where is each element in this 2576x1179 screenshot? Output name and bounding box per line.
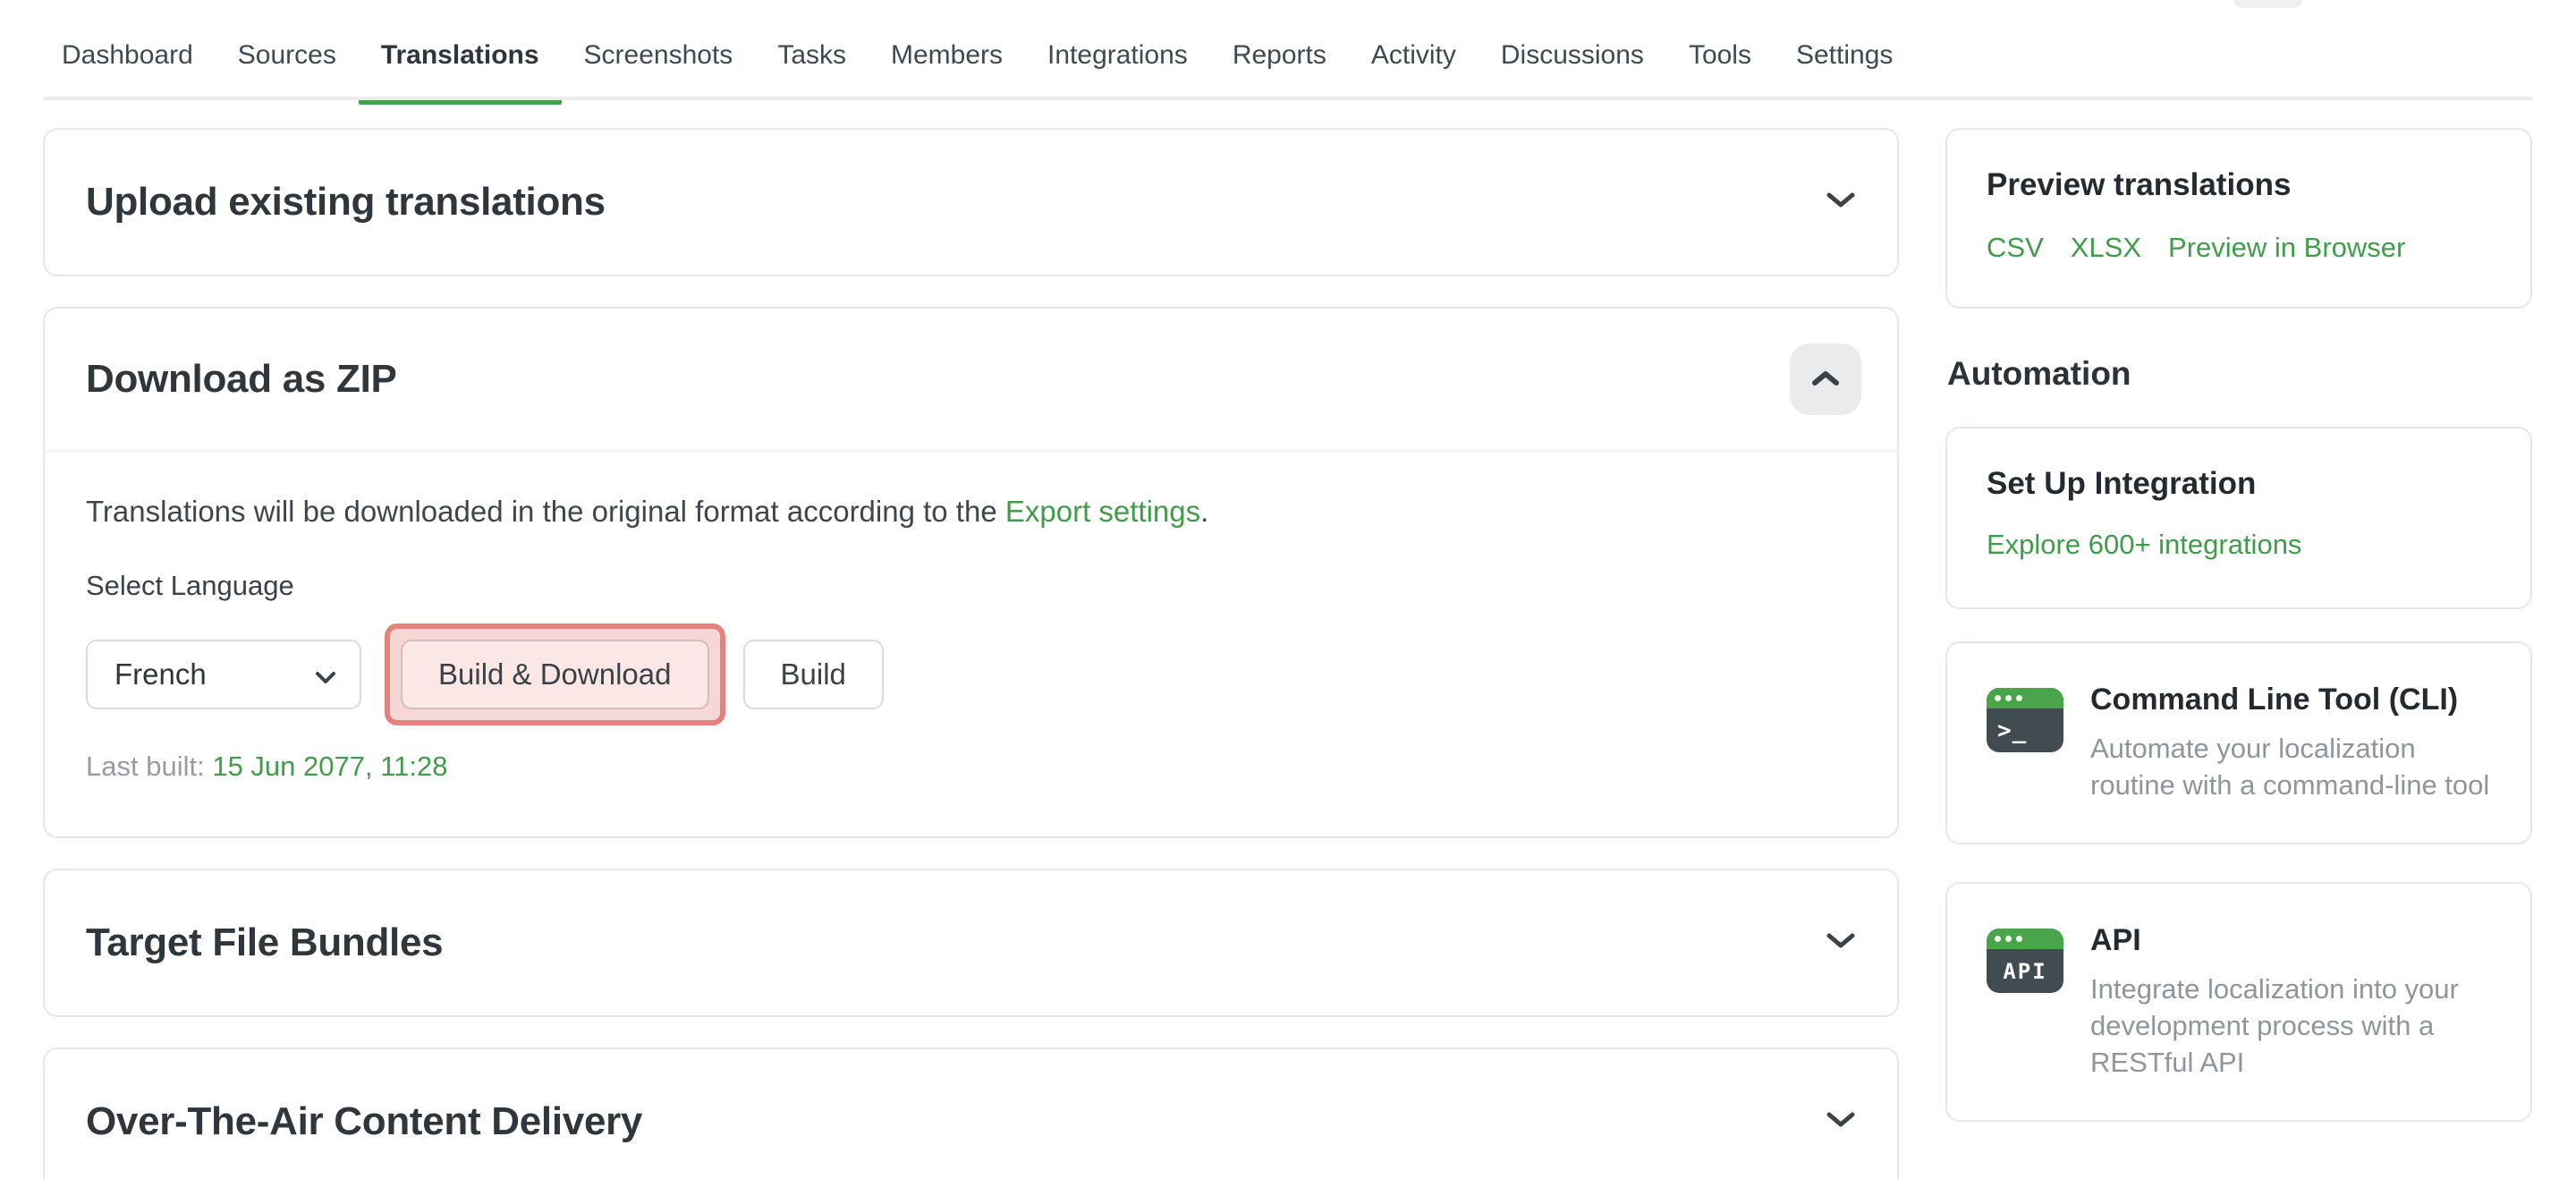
window-dot-icon — [1995, 695, 2001, 701]
language-select[interactable]: French — [86, 640, 361, 709]
upload-panel-title: Upload existing translations — [86, 180, 606, 225]
preview-csv-link[interactable]: CSV — [1987, 232, 2044, 264]
window-dot-icon — [2016, 695, 2022, 701]
annotation-highlight-box: Build & Download — [385, 623, 725, 725]
download-sidebar: Preview translations CSV XLSX Preview in… — [1945, 128, 2532, 1122]
api-label-glyph: API — [1987, 949, 2063, 993]
translations-download-panels: Upload existing translations Download as… — [43, 128, 1899, 1179]
download-panel-header[interactable]: Download as ZIP — [45, 309, 1897, 452]
api-titlebar — [1987, 929, 2063, 949]
target-file-bundles-panel[interactable]: Target File Bundles — [43, 869, 1899, 1017]
download-description-text: Translations will be downloaded in the o… — [86, 495, 1005, 528]
tab-sources[interactable]: Sources — [216, 13, 359, 98]
last-built-label: Last built: — [86, 751, 205, 782]
tab-reports[interactable]: Reports — [1210, 13, 1349, 98]
tab-discussions[interactable]: Discussions — [1479, 13, 1666, 98]
window-dot-icon — [2005, 936, 2012, 942]
chevron-down-icon[interactable] — [1826, 1111, 1856, 1133]
chevron-down-icon[interactable] — [1826, 932, 1856, 954]
cli-card-title: Command Line Tool (CLI) — [2090, 683, 2495, 717]
tab-settings[interactable]: Settings — [1774, 13, 1915, 98]
select-language-label: Select Language — [86, 570, 1856, 602]
download-description-period: . — [1200, 495, 1208, 528]
preview-links-row: CSV XLSX Preview in Browser — [1987, 232, 2491, 264]
api-card-title: API — [2090, 923, 2495, 958]
tab-screenshots[interactable]: Screenshots — [562, 13, 756, 98]
project-tab-bar: Dashboard Sources Translations Screensho… — [0, 0, 2576, 98]
download-panel-title: Download as ZIP — [86, 357, 397, 402]
export-settings-link[interactable]: Export settings — [1005, 495, 1200, 528]
download-description: Translations will be downloaded in the o… — [86, 495, 1856, 529]
build-and-download-button[interactable]: Build & Download — [401, 640, 709, 709]
api-card-description: Integrate localization into your develop… — [2090, 971, 2495, 1081]
upload-existing-translations-panel[interactable]: Upload existing translations — [43, 128, 1899, 276]
terminal-window-icon: >_ — [1987, 688, 2063, 752]
tab-activity[interactable]: Activity — [1349, 13, 1479, 98]
language-select-value: French — [114, 657, 207, 691]
select-chevron-down-icon — [315, 657, 336, 691]
cli-card-description: Automate your localization routine with … — [2090, 730, 2495, 803]
cli-tool-card[interactable]: >_ Command Line Tool (CLI) Automate your… — [1945, 641, 2532, 844]
chevron-up-icon — [1812, 370, 1839, 389]
window-dot-icon — [2005, 695, 2012, 701]
collapse-panel-button[interactable] — [1790, 344, 1861, 415]
build-button[interactable]: Build — [743, 640, 884, 709]
api-card-text: API Integrate localization into your dev… — [2090, 923, 2495, 1081]
set-up-integration-card: Set Up Integration Explore 600+ integrat… — [1945, 427, 2532, 609]
api-window-icon: API — [1987, 929, 2063, 993]
set-up-integration-title: Set Up Integration — [1987, 466, 2491, 502]
explore-integrations-link[interactable]: Explore 600+ integrations — [1987, 529, 2301, 561]
tab-translations[interactable]: Translations — [359, 13, 562, 98]
tab-integrations[interactable]: Integrations — [1025, 13, 1210, 98]
clipped-top-element — [2234, 0, 2302, 8]
window-dot-icon — [1995, 936, 2001, 942]
download-as-zip-panel: Download as ZIP Translations will be dow… — [43, 307, 1899, 838]
window-dot-icon — [2016, 936, 2022, 942]
tab-tasks[interactable]: Tasks — [755, 13, 869, 98]
last-built-timestamp-link[interactable]: 15 Jun 2077, 11:28 — [212, 751, 447, 782]
api-tool-card[interactable]: API API Integrate localization into your… — [1945, 882, 2532, 1122]
preview-in-browser-link[interactable]: Preview in Browser — [2168, 232, 2405, 264]
bundles-panel-title: Target File Bundles — [86, 920, 443, 965]
tab-members[interactable]: Members — [869, 13, 1025, 98]
cli-card-text: Command Line Tool (CLI) Automate your lo… — [2090, 683, 2495, 803]
download-panel-body: Translations will be downloaded in the o… — [45, 452, 1897, 836]
tab-tools[interactable]: Tools — [1666, 13, 1774, 98]
automation-heading: Automation — [1947, 355, 2532, 393]
terminal-titlebar — [1987, 688, 2063, 708]
over-the-air-panel[interactable]: Over-The-Air Content Delivery — [43, 1048, 1899, 1179]
tab-bar-divider — [43, 97, 2533, 100]
last-built-row: Last built: 15 Jun 2077, 11:28 — [86, 751, 1856, 783]
ota-panel-title: Over-The-Air Content Delivery — [86, 1099, 642, 1144]
preview-translations-title: Preview translations — [1987, 167, 2491, 203]
chevron-down-icon[interactable] — [1826, 191, 1856, 214]
download-controls-row: French Build & Download Build — [86, 623, 1856, 725]
preview-translations-card: Preview translations CSV XLSX Preview in… — [1945, 128, 2532, 309]
terminal-prompt-glyph: >_ — [1987, 708, 2063, 752]
tab-dashboard[interactable]: Dashboard — [39, 13, 216, 98]
preview-xlsx-link[interactable]: XLSX — [2071, 232, 2141, 264]
